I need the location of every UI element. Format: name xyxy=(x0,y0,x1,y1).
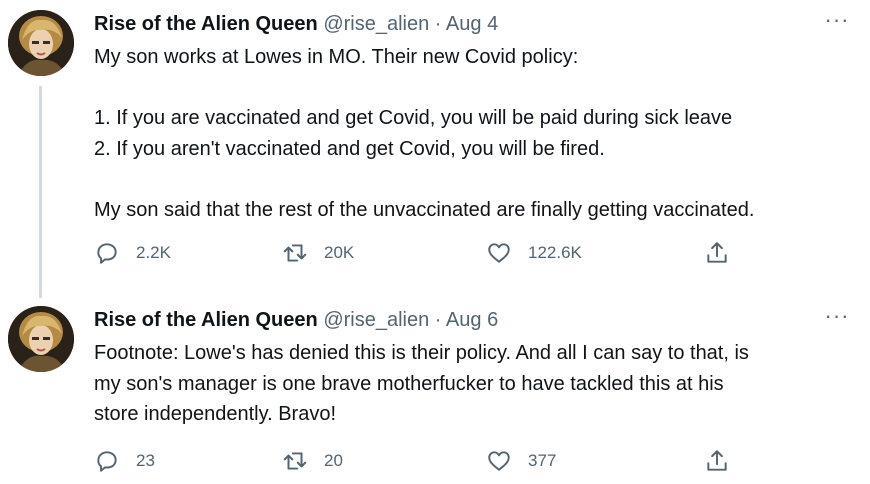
tweet-text-line: my son's manager is one brave motherfuck… xyxy=(94,372,724,395)
avatar-image xyxy=(8,10,74,76)
author-name[interactable]: Rise of the Alien Queen xyxy=(94,309,318,331)
reply-count: 2.2K xyxy=(136,243,171,262)
header-separator: · xyxy=(434,309,442,331)
header-separator: · xyxy=(434,13,442,35)
like-button[interactable]: 377 xyxy=(486,446,556,476)
like-button[interactable]: 122.6K xyxy=(486,238,582,268)
share-icon xyxy=(707,450,727,471)
reply-button[interactable]: 2.2K xyxy=(94,238,171,268)
reply-button[interactable]: 23 xyxy=(94,446,155,476)
reply-icon xyxy=(97,243,117,264)
tweet-text-line: My son said that the rest of the unvacci… xyxy=(94,198,755,221)
retweet-count: 20K xyxy=(324,243,355,262)
tweet-text-line: Footnote: Lowe's has denied this is thei… xyxy=(94,342,749,364)
tweet[interactable]: Rise of the Alien Queen @rise_alien · Au… xyxy=(0,0,870,298)
retweet-icon xyxy=(283,244,307,262)
author-handle[interactable]: @rise_alien xyxy=(323,13,429,35)
reply-icon xyxy=(97,451,117,472)
retweet-count: 20 xyxy=(324,451,343,470)
tweet-text-line: 1. If you are vaccinated and get Covid, … xyxy=(94,107,733,129)
tweet-text-line xyxy=(94,73,854,104)
share-button[interactable] xyxy=(704,238,730,268)
retweet-button[interactable]: 20 xyxy=(282,446,343,476)
tweet-date[interactable]: Aug 4 xyxy=(446,13,498,35)
tweet-text-line: My son works at Lowes in MO. Their new C… xyxy=(94,46,579,68)
avatar[interactable] xyxy=(8,10,74,76)
author-handle[interactable]: @rise_alien xyxy=(323,309,429,331)
like-count: 377 xyxy=(528,451,557,470)
like-count: 122.6K xyxy=(528,243,582,262)
more-icon[interactable]: ··· xyxy=(822,8,852,32)
thread-connector-line xyxy=(39,86,42,298)
tweet-text: My son works at Lowes in MO. Their new C… xyxy=(94,42,854,225)
tweet-header: Rise of the Alien Queen @rise_alien · Au… xyxy=(94,10,498,38)
heart-icon xyxy=(488,451,510,471)
share-icon xyxy=(707,242,727,263)
avatar[interactable] xyxy=(8,306,74,372)
reply-count: 23 xyxy=(136,451,155,470)
tweet-header: Rise of the Alien Queen @rise_alien · Au… xyxy=(94,306,498,334)
author-name[interactable]: Rise of the Alien Queen xyxy=(94,13,318,35)
tweet[interactable]: Rise of the Alien Queen @rise_alien · Au… xyxy=(0,296,870,484)
tweet-text-line: 2. If you aren't vaccinated and get Covi… xyxy=(94,137,605,160)
tweet-text: Footnote: Lowe's has denied this is thei… xyxy=(94,338,854,430)
share-button[interactable] xyxy=(704,446,730,476)
retweet-button[interactable]: 20K xyxy=(282,238,354,268)
tweet-text-line: store independently. Bravo! xyxy=(94,403,337,425)
avatar-image xyxy=(8,306,74,372)
tweet-date[interactable]: Aug 6 xyxy=(446,309,498,331)
retweet-icon xyxy=(283,452,307,470)
more-icon[interactable]: ··· xyxy=(822,304,852,328)
tweet-text-line xyxy=(94,164,854,195)
heart-icon xyxy=(488,243,510,263)
